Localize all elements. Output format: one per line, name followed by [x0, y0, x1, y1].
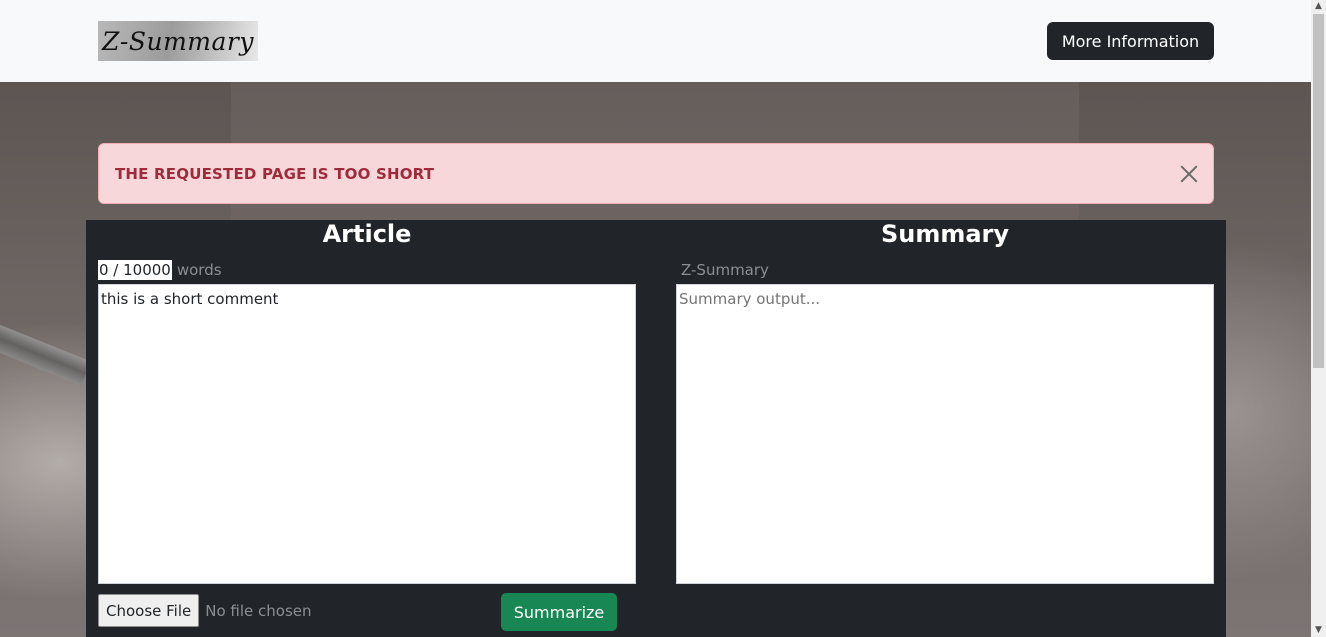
scroll-up-arrow-icon[interactable]: ▲	[1314, 2, 1323, 11]
summarizer-panel: Article Summary 0 / 10000 words Z-Summar…	[86, 220, 1226, 637]
scroll-down-arrow-icon[interactable]: ▼	[1314, 626, 1323, 635]
choose-file-button[interactable]: Choose File	[98, 594, 200, 627]
close-icon[interactable]	[1179, 164, 1199, 184]
error-alert: THE REQUESTED PAGE IS TOO SHORT	[98, 143, 1214, 204]
word-count-unit: words	[176, 261, 222, 279]
word-counter: 0 / 10000 words	[98, 260, 222, 280]
article-input[interactable]: this is a short comment	[98, 284, 636, 584]
summary-heading: Summary	[880, 220, 1010, 248]
summary-label: Z-Summary	[681, 261, 769, 279]
alert-message: THE REQUESTED PAGE IS TOO SHORT	[115, 164, 435, 183]
page-scrollbar[interactable]: ▲ ▼	[1311, 0, 1326, 637]
file-upload: Choose File No file chosen	[98, 594, 312, 627]
summarize-button[interactable]: Summarize	[501, 593, 617, 631]
file-status: No file chosen	[205, 601, 312, 620]
article-heading: Article	[322, 220, 412, 248]
word-count-value: 0 / 10000	[98, 260, 172, 280]
navbar: Z-Summary More Information	[0, 0, 1311, 82]
scroll-thumb[interactable]	[1313, 14, 1324, 368]
logo[interactable]: Z-Summary	[98, 21, 258, 61]
logo-text: Z-Summary	[102, 26, 254, 56]
summary-output[interactable]	[676, 284, 1214, 584]
more-information-button[interactable]: More Information	[1047, 22, 1214, 60]
